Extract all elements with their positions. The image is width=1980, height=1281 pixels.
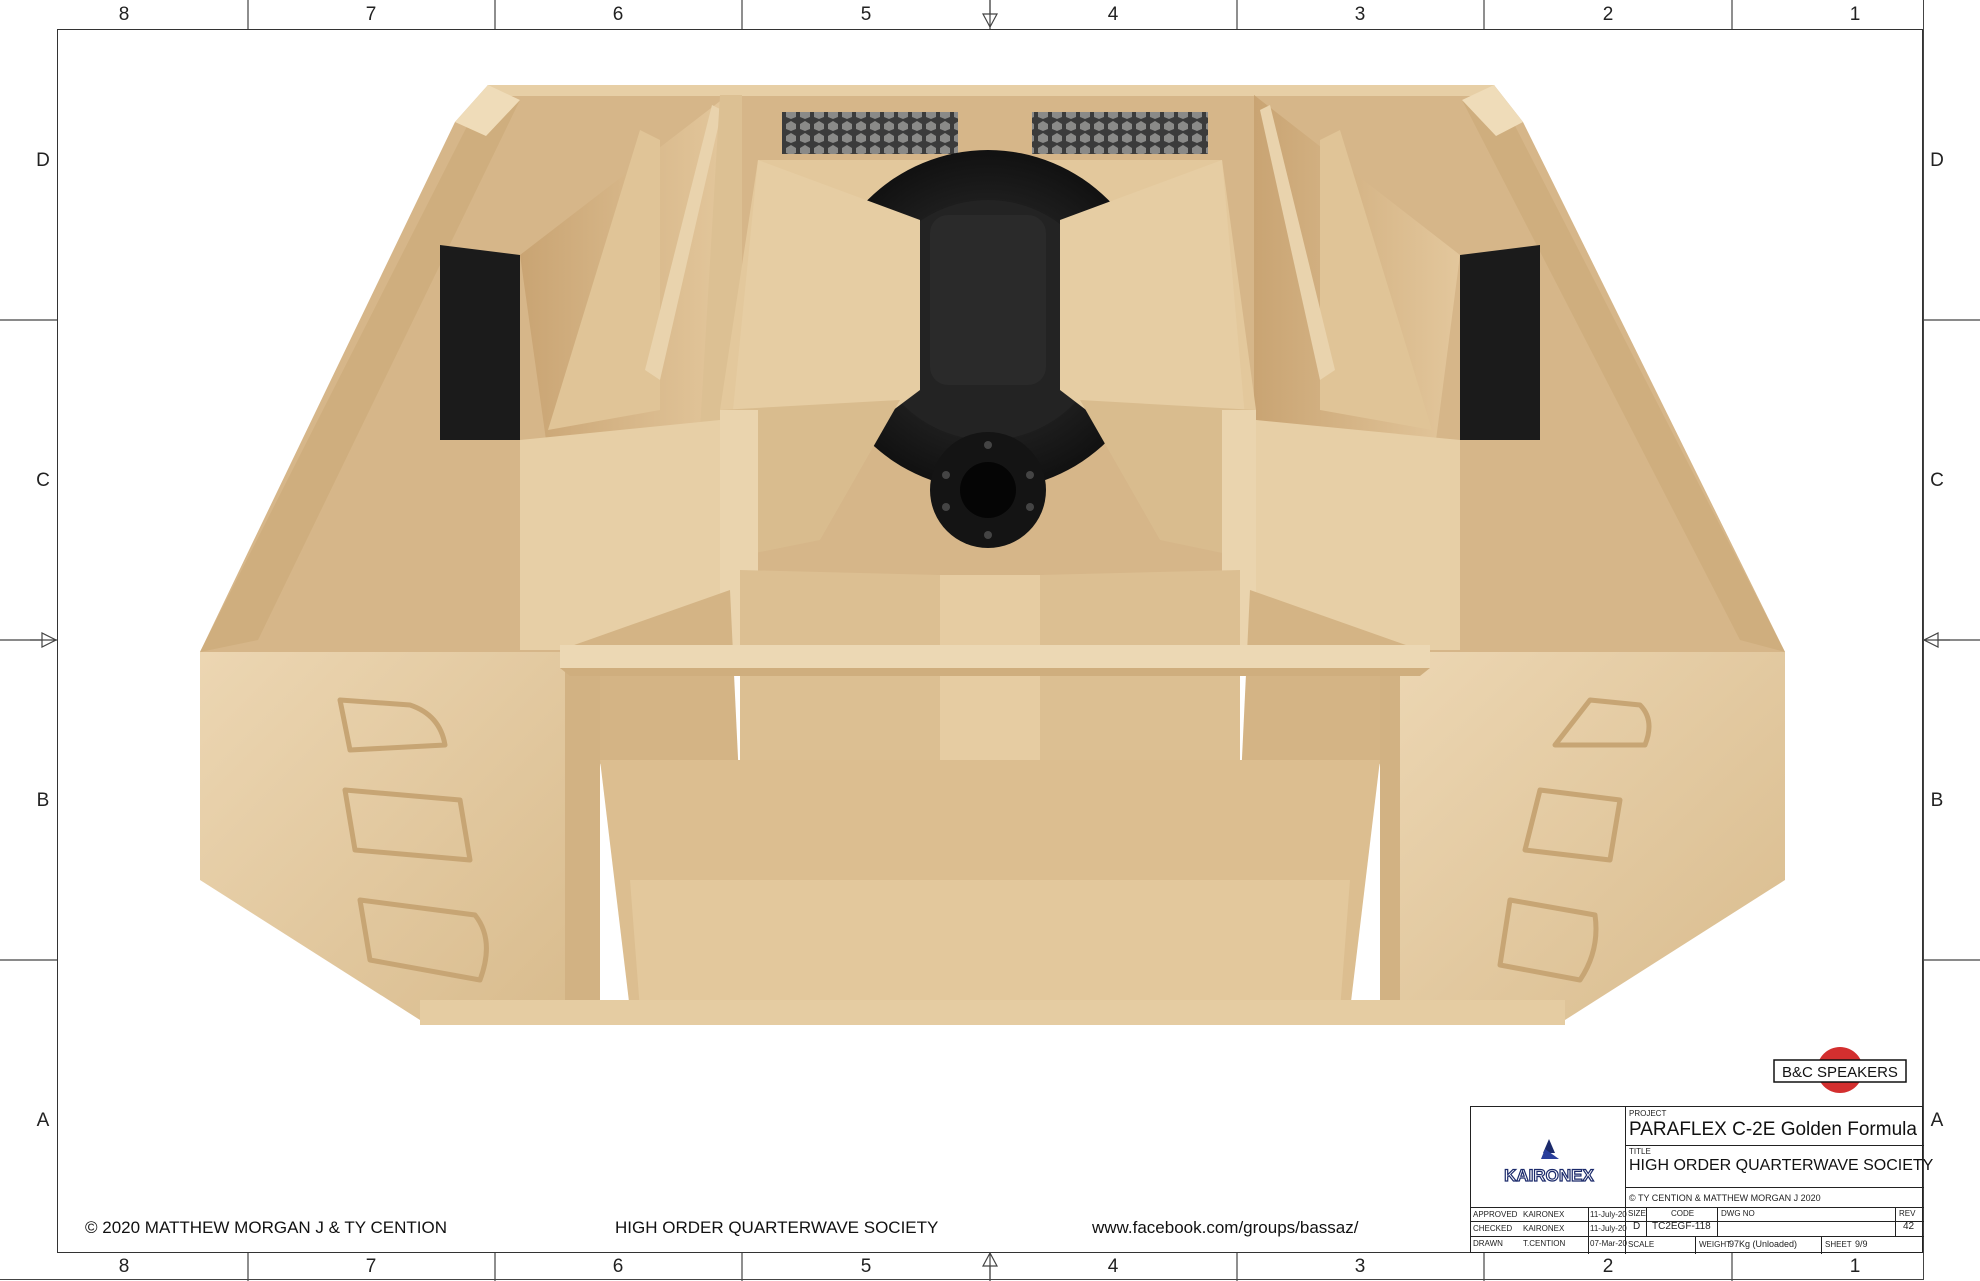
weight-label: WEIGHT — [1699, 1240, 1731, 1249]
drawing-title: HIGH ORDER QUARTERWAVE SOCIETY — [1629, 1157, 1934, 1174]
project-label: PROJECT — [1629, 1109, 1667, 1118]
drawn-by: T.CENTION — [1523, 1239, 1566, 1248]
code-label: CODE — [1671, 1209, 1695, 1218]
weight-value: 97Kg (Unloaded) — [1729, 1239, 1798, 1249]
size-label: SIZE — [1628, 1209, 1646, 1218]
drawn-date: 07-Mar-20 — [1590, 1239, 1627, 1248]
kaironex-logo: KAIRONEX — [1504, 1139, 1595, 1186]
kaironex-text: KAIRONEX — [1504, 1166, 1594, 1185]
footer-url[interactable]: www.facebook.com/groups/bassaz/ — [1092, 1218, 1358, 1238]
footer-society: HIGH ORDER QUARTERWAVE SOCIETY — [615, 1218, 939, 1237]
cabinet-render — [200, 85, 1785, 1025]
sheet-label: SHEET — [1825, 1240, 1852, 1249]
sheet-value: 9/9 — [1855, 1239, 1868, 1249]
title-block: KAIRONEX PROJECT PARAFLEX C-2E Golden Fo… — [1470, 1106, 1933, 1254]
rev-value: 42 — [1903, 1221, 1915, 1232]
dwg-label: DWG NO — [1721, 1209, 1755, 1218]
project-name: PARAFLEX C-2E Golden Formula — [1629, 1119, 1917, 1140]
title-copyright: © TY CENTION & MATTHEW MORGAN J 2020 — [1629, 1193, 1821, 1203]
code-value: TC2EGF-118 — [1652, 1221, 1711, 1232]
scale-label: SCALE — [1628, 1240, 1655, 1249]
rev-label: REV — [1899, 1209, 1916, 1218]
size-value: D — [1633, 1221, 1641, 1232]
approved-by: KAIRONEX — [1523, 1210, 1565, 1219]
bc-speakers-text: B&C SPEAKERS — [1782, 1064, 1898, 1081]
title-label: TITLE — [1629, 1147, 1651, 1156]
footer-copyright: © 2020 MATTHEW MORGAN J & TY CENTION — [85, 1218, 448, 1237]
checked-by: KAIRONEX — [1523, 1224, 1565, 1233]
checked-label: CHECKED — [1473, 1224, 1513, 1233]
drawn-label: DRAWN — [1473, 1239, 1503, 1248]
bc-speakers-logo: B&C SPEAKERS — [1773, 1047, 1907, 1093]
approved-date: 11-July-20 — [1590, 1210, 1627, 1219]
approved-label: APPROVED — [1473, 1210, 1518, 1219]
checked-date: 11-July-20 — [1590, 1224, 1627, 1233]
drawing-sheet: 8 7 6 5 4 3 2 1 8 7 6 5 4 3 2 1 D C B A … — [0, 0, 1980, 1281]
